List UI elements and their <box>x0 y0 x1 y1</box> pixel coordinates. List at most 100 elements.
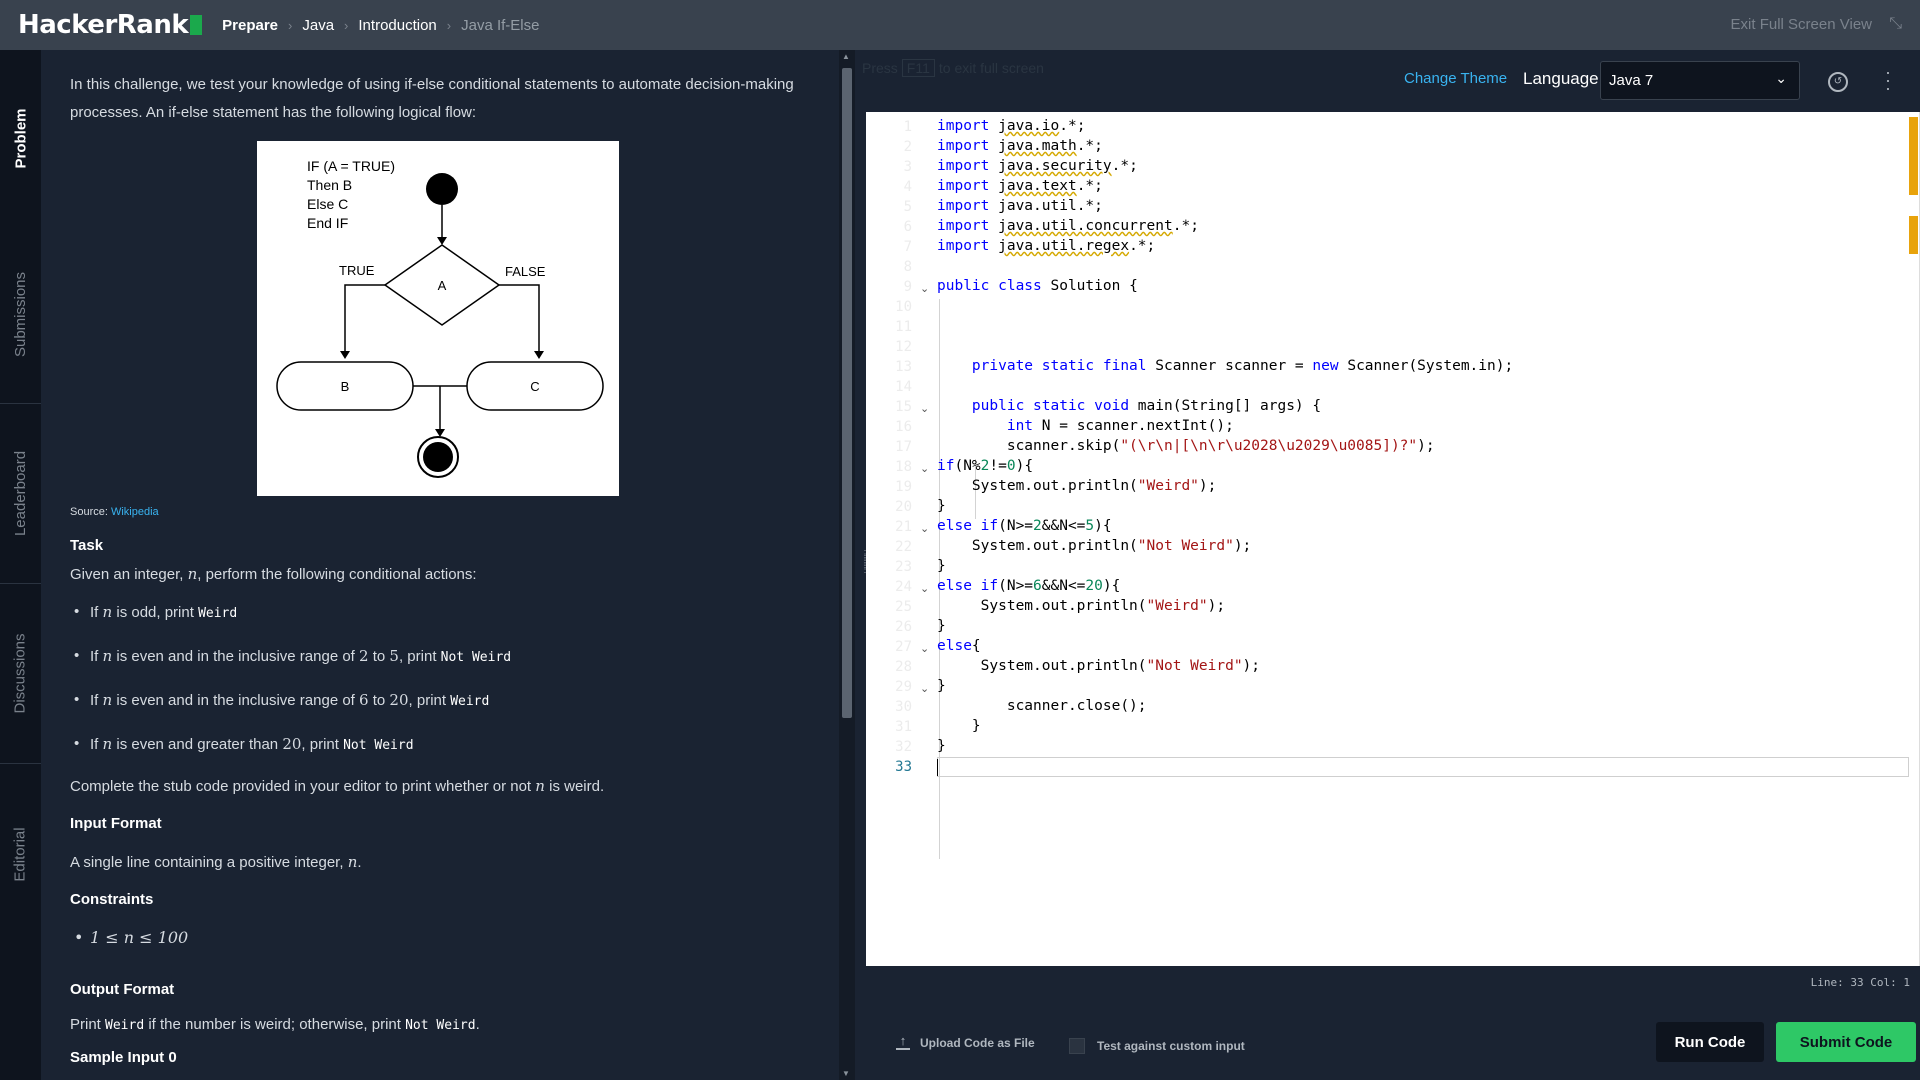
key-hint: F11 <box>901 59 935 77</box>
fold-chevron-icon[interactable]: ⌄ <box>920 642 929 655</box>
math-number: 20 <box>282 735 302 753</box>
tab-editorial[interactable]: Editorial <box>0 764 41 944</box>
tab-submissions[interactable]: Submissions <box>0 226 41 404</box>
code-line: } <box>937 718 981 734</box>
line-number: 2 <box>903 139 912 155</box>
code-line: } <box>937 618 946 634</box>
code-snippet: Not Weird <box>405 1018 476 1033</box>
language-select[interactable]: Java 7 ⌄ <box>1600 61 1800 100</box>
custom-input-label[interactable]: Test against custom input <box>1097 1039 1245 1053</box>
line-number: 6 <box>903 219 912 235</box>
line-number: 31 <box>895 719 912 735</box>
fold-chevron-icon[interactable]: ⌄ <box>920 682 929 695</box>
tab-label: Leaderboard <box>12 450 30 537</box>
code-line: import java.io.*; <box>937 118 1086 134</box>
math-n: n <box>102 735 113 753</box>
tab-label: Editorial <box>12 826 30 882</box>
node-b-label: B <box>341 379 350 394</box>
code-line: else if(N>=2&&N<=5){ <box>937 518 1112 534</box>
text: If <box>90 692 103 709</box>
history-icon[interactable]: ↺ <box>1828 72 1848 92</box>
custom-input-checkbox[interactable] <box>1069 1038 1085 1054</box>
task-heading: Task <box>70 537 104 554</box>
text: . <box>475 1016 480 1033</box>
breadcrumb-introduction[interactable]: Introduction <box>358 17 436 34</box>
code-line: System.out.println("Weird"); <box>937 598 1226 614</box>
source-line: Source: Wikipedia <box>70 505 809 519</box>
line-number: 13 <box>895 359 912 375</box>
breadcrumb-java[interactable]: Java <box>302 17 334 34</box>
tab-leaderboard[interactable]: Leaderboard <box>0 404 41 584</box>
text: , print <box>408 692 451 709</box>
code-line: import java.util.*; <box>937 198 1103 214</box>
pseudo-line-2: Then B <box>307 177 352 193</box>
fold-chevron-icon[interactable]: ⌄ <box>920 582 929 595</box>
code-line: scanner.skip("(\r\n|[\n\r\u2028\u2029\u0… <box>937 438 1435 454</box>
line-number: 8 <box>903 259 912 275</box>
warning-marker[interactable] <box>1909 216 1918 254</box>
text: If <box>90 736 103 753</box>
list-item: If n is even and in the inclusive range … <box>70 686 809 716</box>
cursor-position-status: Line: 33 Col: 1 <box>866 966 1920 998</box>
if-else-flow-diagram: IF (A = TRUE) Then B Else C End IF A TRU… <box>257 141 619 496</box>
intro-text: In this challenge, we test your knowledg… <box>70 76 794 121</box>
tab-discussions[interactable]: Discussions <box>0 584 41 764</box>
code-editor[interactable]: 1 2 3 4 5 6 7 8 9 10 11 12 13 14 15 16 1… <box>866 112 1920 966</box>
scroll-thumb[interactable] <box>842 68 852 718</box>
chevron-right-icon: › <box>288 17 293 33</box>
text: Print <box>70 1016 106 1033</box>
problem-scrollbar[interactable]: ▲ ▼ <box>839 50 855 1080</box>
upload-icon: ↑ <box>896 1034 910 1050</box>
exit-full-screen-link[interactable]: Exit Full Screen View <box>1731 0 1872 50</box>
line-number: 7 <box>903 239 912 255</box>
code-snippet: Weird <box>198 606 238 621</box>
warning-marker[interactable] <box>1909 117 1918 195</box>
upload-code-button[interactable]: ↑ Upload Code as File <box>896 1034 1035 1050</box>
current-line-number: 33 <box>895 759 912 775</box>
math-n: n <box>102 647 113 665</box>
constraints-heading: Constraints <box>70 891 154 908</box>
more-options-icon[interactable]: · · · <box>1884 63 1892 97</box>
logo-mark <box>190 15 203 35</box>
line-number: 22 <box>895 539 912 555</box>
flowchart: IF (A = TRUE) Then B Else C End IF A TRU… <box>276 158 604 478</box>
change-theme-link[interactable]: Change Theme <box>1404 70 1507 87</box>
start-node <box>426 173 458 205</box>
submit-code-button[interactable]: Submit Code <box>1776 1022 1916 1062</box>
math-n: n <box>102 603 113 621</box>
text: Given an integer, <box>70 566 188 583</box>
code-line: import java.util.concurrent.*; <box>937 218 1199 234</box>
decision-label: A <box>438 278 447 293</box>
breadcrumb-current: Java If-Else <box>461 16 540 34</box>
scroll-up-icon[interactable]: ▲ <box>842 52 850 61</box>
text: to exit full screen <box>938 60 1044 76</box>
list-item: If n is odd, print Weird <box>70 598 809 628</box>
fold-chevron-icon[interactable]: ⌄ <box>920 402 929 415</box>
math-n: n <box>187 565 198 583</box>
line-number: 19 <box>895 479 912 495</box>
tab-problem[interactable]: Problem <box>0 50 41 226</box>
fold-chevron-icon[interactable]: ⌄ <box>920 282 929 295</box>
breadcrumb-prepare[interactable]: Prepare <box>222 17 278 34</box>
run-code-button[interactable]: Run Code <box>1656 1022 1764 1062</box>
collapse-icon[interactable]: ⤡ <box>1889 15 1902 33</box>
code-line: public static void main(String[] args) { <box>971 398 1322 414</box>
wikipedia-link[interactable]: Wikipedia <box>111 506 159 518</box>
problem-statement: In this challenge, we test your knowledg… <box>41 50 839 1080</box>
code-line: System.out.println("Weird"); <box>937 478 1217 494</box>
complete-text: Complete the stub code provided in your … <box>70 772 809 801</box>
line-number: 16 <box>895 419 912 435</box>
fold-chevron-icon[interactable]: ⌄ <box>920 462 929 475</box>
text: is even and greater than <box>112 736 283 753</box>
hackerrank-logo[interactable]: HackerRank <box>18 10 203 40</box>
line-number: 10 <box>895 299 912 315</box>
scroll-down-icon[interactable]: ▼ <box>842 1069 850 1078</box>
sample-input-heading: Sample Input 0 <box>70 1049 177 1066</box>
code-line: else if(N>=6&&N<=20){ <box>937 578 1121 594</box>
text: to <box>368 692 390 709</box>
false-label: FALSE <box>505 264 546 279</box>
fold-chevron-icon[interactable]: ⌄ <box>920 522 929 535</box>
text: is even and in the inclusive range of <box>112 692 360 709</box>
text-cursor <box>937 759 938 776</box>
line-number: 9 <box>903 279 912 295</box>
